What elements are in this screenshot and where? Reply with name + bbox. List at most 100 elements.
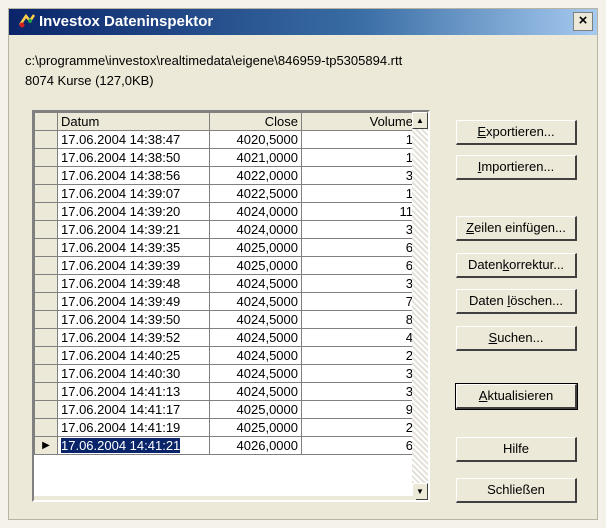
row-selector[interactable] <box>34 220 58 239</box>
cell-datum[interactable]: 17.06.2004 14:39:50 <box>57 310 210 329</box>
cell-datum[interactable]: 17.06.2004 14:38:50 <box>57 148 210 167</box>
cell-close[interactable]: 4024,0000 <box>209 220 302 239</box>
cell-volume[interactable]: 2 <box>301 418 417 437</box>
row-selector[interactable] <box>34 130 58 149</box>
cell-close[interactable]: 4024,5000 <box>209 310 302 329</box>
row-selector[interactable] <box>34 382 58 401</box>
cell-volume[interactable]: 3 <box>301 364 417 383</box>
cell-close[interactable]: 4025,0000 <box>209 418 302 437</box>
row-selector[interactable] <box>34 418 58 437</box>
table-row[interactable]: 17.06.2004 14:40:30 4024,5000 3 <box>34 364 417 383</box>
table-row[interactable]: 17.06.2004 14:41:19 4025,0000 2 <box>34 418 417 437</box>
table-row[interactable]: 17.06.2004 14:40:25 4024,5000 2 <box>34 346 417 365</box>
cell-volume[interactable]: 3 <box>301 274 417 293</box>
cell-datum[interactable]: 17.06.2004 14:41:13 <box>57 382 210 401</box>
cell-volume[interactable]: 1 <box>301 184 417 203</box>
row-selector[interactable] <box>34 166 58 185</box>
table-row[interactable]: 17.06.2004 14:39:35 4025,0000 6 <box>34 238 417 257</box>
row-selector[interactable] <box>34 148 58 167</box>
refresh-button[interactable]: Aktualisieren <box>455 383 578 410</box>
row-selector[interactable] <box>34 256 58 275</box>
cell-datum[interactable]: 17.06.2004 14:41:17 <box>57 400 210 419</box>
cell-volume[interactable]: 6 <box>301 238 417 257</box>
cell-datum[interactable]: 17.06.2004 14:39:52 <box>57 328 210 347</box>
cell-close[interactable]: 4024,5000 <box>209 346 302 365</box>
cell-datum[interactable]: 17.06.2004 14:39:20 <box>57 202 210 221</box>
current-row-arrow-icon[interactable]: ▶ <box>34 436 58 455</box>
cell-close[interactable]: 4024,5000 <box>209 292 302 311</box>
cell-close[interactable]: 4026,0000 <box>209 436 302 455</box>
table-row[interactable]: 17.06.2004 14:39:39 4025,0000 6 <box>34 256 417 275</box>
table-row[interactable]: 17.06.2004 14:38:56 4022,0000 3 <box>34 166 417 185</box>
row-selector[interactable] <box>34 238 58 257</box>
cell-close[interactable]: 4024,5000 <box>209 382 302 401</box>
cell-close[interactable]: 4024,5000 <box>209 364 302 383</box>
insert-rows-button[interactable]: Zeilen einfügen... <box>456 216 577 241</box>
cell-volume[interactable]: 4 <box>301 328 417 347</box>
data-correction-button[interactable]: Datenkorrektur... <box>456 253 577 278</box>
column-header-volume[interactable]: Volume <box>301 112 417 131</box>
vertical-scrollbar[interactable]: ▲ ▼ <box>412 112 428 500</box>
row-selector[interactable] <box>34 184 58 203</box>
table-row[interactable]: 17.06.2004 14:41:13 4024,5000 3 <box>34 382 417 401</box>
cell-volume[interactable]: 6 <box>301 436 417 455</box>
row-selector[interactable] <box>34 274 58 293</box>
cell-close[interactable]: 4025,0000 <box>209 238 302 257</box>
cell-volume[interactable]: 1 <box>301 130 417 149</box>
cell-datum[interactable]: 17.06.2004 14:39:39 <box>57 256 210 275</box>
table-row[interactable]: 17.06.2004 14:39:49 4024,5000 7 <box>34 292 417 311</box>
cell-close[interactable]: 4025,0000 <box>209 400 302 419</box>
cell-volume[interactable]: 6 <box>301 256 417 275</box>
data-grid[interactable]: Datum Close Volume 17.06.2004 14:38:47 40… <box>32 110 430 502</box>
cell-volume[interactable]: 3 <box>301 382 417 401</box>
table-row[interactable]: 17.06.2004 14:39:20 4024,0000 11 <box>34 202 417 221</box>
table-row[interactable]: 17.06.2004 14:39:52 4024,5000 4 <box>34 328 417 347</box>
row-selector[interactable] <box>34 292 58 311</box>
cell-datum[interactable]: 17.06.2004 14:39:48 <box>57 274 210 293</box>
row-selector[interactable] <box>34 400 58 419</box>
cell-datum[interactable]: 17.06.2004 14:39:49 <box>57 292 210 311</box>
table-row[interactable]: 17.06.2004 14:39:48 4024,5000 3 <box>34 274 417 293</box>
help-button[interactable]: Hilfe <box>456 437 577 462</box>
cell-volume[interactable]: 1 <box>301 148 417 167</box>
cell-datum[interactable]: 17.06.2004 14:38:47 <box>57 130 210 149</box>
cell-volume[interactable]: 7 <box>301 292 417 311</box>
row-selector[interactable] <box>34 364 58 383</box>
table-row[interactable]: ▶ 17.06.2004 14:41:21 4026,0000 6 <box>34 436 417 455</box>
delete-data-button[interactable]: Daten löschen... <box>456 289 577 314</box>
cell-close[interactable]: 4024,5000 <box>209 274 302 293</box>
table-row[interactable]: 17.06.2004 14:38:50 4021,0000 1 <box>34 148 417 167</box>
search-button[interactable]: Suchen... <box>456 326 577 351</box>
cell-volume[interactable]: 3 <box>301 220 417 239</box>
close-dialog-button[interactable]: Schließen <box>456 478 577 503</box>
scroll-up-arrow-icon[interactable]: ▲ <box>412 112 428 129</box>
table-row[interactable]: 17.06.2004 14:39:50 4024,5000 8 <box>34 310 417 329</box>
cell-volume[interactable]: 2 <box>301 346 417 365</box>
cell-volume[interactable]: 8 <box>301 310 417 329</box>
cell-datum[interactable]: 17.06.2004 14:39:07 <box>57 184 210 203</box>
cell-datum[interactable]: 17.06.2004 14:41:21 <box>57 436 210 455</box>
cell-volume[interactable]: 9 <box>301 400 417 419</box>
table-row[interactable]: 17.06.2004 14:38:47 4020,5000 1 <box>34 130 417 149</box>
cell-close[interactable]: 4020,5000 <box>209 130 302 149</box>
title-bar[interactable]: Investox Dateninspektor × <box>9 9 597 35</box>
cell-close[interactable]: 4022,0000 <box>209 166 302 185</box>
table-row[interactable]: 17.06.2004 14:39:21 4024,0000 3 <box>34 220 417 239</box>
cell-datum[interactable]: 17.06.2004 14:40:30 <box>57 364 210 383</box>
cell-datum[interactable]: 17.06.2004 14:39:35 <box>57 238 210 257</box>
import-button[interactable]: Importieren... <box>456 155 577 180</box>
cell-datum[interactable]: 17.06.2004 14:39:21 <box>57 220 210 239</box>
cell-volume[interactable]: 3 <box>301 166 417 185</box>
cell-volume[interactable]: 11 <box>301 202 417 221</box>
cell-close[interactable]: 4025,0000 <box>209 256 302 275</box>
table-row[interactable]: 17.06.2004 14:41:17 4025,0000 9 <box>34 400 417 419</box>
cell-close[interactable]: 4024,0000 <box>209 202 302 221</box>
export-button[interactable]: Exportieren... <box>456 120 577 145</box>
cell-close[interactable]: 4024,5000 <box>209 328 302 347</box>
cell-datum[interactable]: 17.06.2004 14:41:19 <box>57 418 210 437</box>
cell-close[interactable]: 4022,5000 <box>209 184 302 203</box>
cell-datum[interactable]: 17.06.2004 14:38:56 <box>57 166 210 185</box>
row-selector[interactable] <box>34 346 58 365</box>
column-header-close[interactable]: Close <box>209 112 302 131</box>
column-header-datum[interactable]: Datum <box>57 112 210 131</box>
